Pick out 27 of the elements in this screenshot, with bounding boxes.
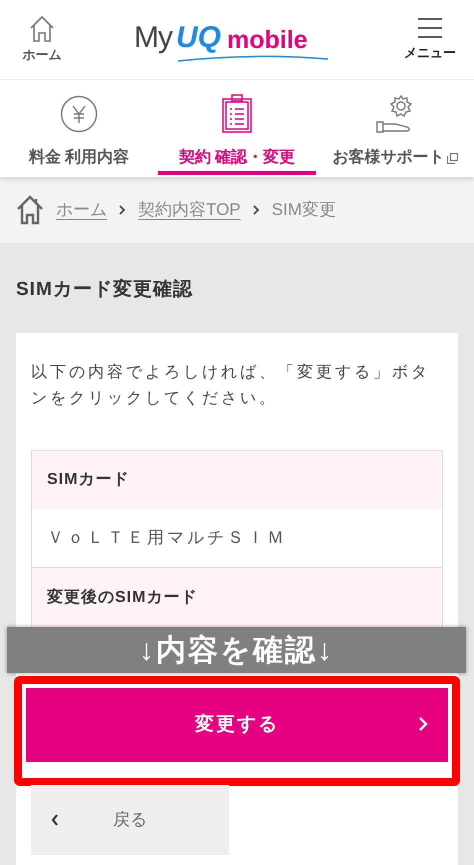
clipboard-icon (221, 94, 253, 134)
home-icon (29, 14, 55, 43)
chevron-left-icon (51, 814, 59, 826)
chevron-right-icon (119, 205, 126, 215)
yen-icon (60, 95, 98, 133)
breadcrumb-current: SIM変更 (272, 199, 336, 222)
submit-button[interactable]: 変更する (26, 688, 448, 762)
home-icon (16, 195, 44, 225)
instruction-text: 以下の内容でよろしければ、「変更する」ボタンをクリックしてください。 (31, 362, 431, 409)
caption-banner: ↓内容を確認↓ (7, 627, 466, 673)
nav-tab[interactable]: お客様サポート (316, 80, 474, 177)
logo: MyUQ mobile (134, 22, 328, 62)
back-button[interactable]: 戻る (31, 785, 229, 855)
gear-hand-icon (375, 94, 415, 134)
menu-button[interactable]: メニュー (404, 16, 456, 62)
table-heading: 変更後のSIMカード (32, 567, 442, 627)
breadcrumb-link[interactable]: ホーム (56, 197, 107, 223)
nav-tab[interactable]: 料金 利用内容 (0, 80, 158, 177)
page-title: SIMカード変更確認 (16, 278, 194, 302)
chevron-right-icon (252, 205, 260, 215)
nav-tab[interactable]: 契約 確認・変更 (158, 80, 316, 177)
chevron-right-icon (418, 716, 428, 732)
table-value: ＶｏＬＴＥ用マルチＳＩＭ (46, 527, 288, 550)
table-heading: SIMカード (32, 451, 442, 509)
breadcrumb-link[interactable]: 契約内容TOP (138, 197, 241, 223)
home-link[interactable]: ホーム (18, 14, 66, 64)
menu-icon (417, 16, 443, 39)
